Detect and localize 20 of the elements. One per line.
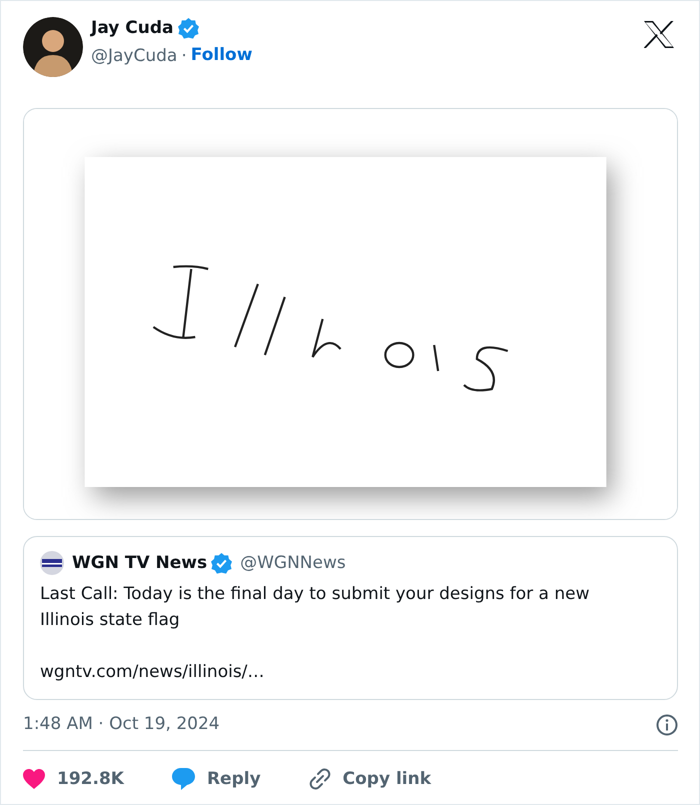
author-handle[interactable]: @JayCuda: [91, 44, 178, 67]
heart-icon: [23, 769, 45, 790]
like-button[interactable]: 192.8K: [23, 766, 124, 792]
avatar[interactable]: [23, 17, 83, 77]
author-name[interactable]: Jay Cuda: [91, 17, 174, 39]
author-handle: @WGNNews: [240, 552, 346, 574]
link-icon: [308, 768, 331, 790]
speech-bubble-icon: [172, 768, 195, 790]
link-text: wgntv.com/news/illinois/…: [40, 662, 264, 682]
x-logo-icon[interactable]: [644, 21, 674, 48]
info-icon[interactable]: [656, 714, 678, 736]
timestamp[interactable]: 1:48 AM · Oct 19, 2024: [23, 712, 220, 738]
copy-link-button[interactable]: Copy link: [308, 766, 432, 792]
quoted-tweet-card[interactable]: WGN TV News @WGNNews Last Call: Today is the final day to submit your designs for a new Illinois state flag wgntv.com/news/illinois/…: [23, 536, 678, 700]
logo-icon: [40, 551, 64, 575]
reply-button[interactable]: Reply: [172, 766, 261, 792]
follow-link[interactable]: Follow: [190, 43, 252, 68]
tweet-text: Last Call: Today is the final day to submit your designs for a new Illinois state flag: [40, 583, 591, 632]
separator: ·: [181, 44, 187, 67]
author-name: WGN TV News: [72, 552, 208, 574]
